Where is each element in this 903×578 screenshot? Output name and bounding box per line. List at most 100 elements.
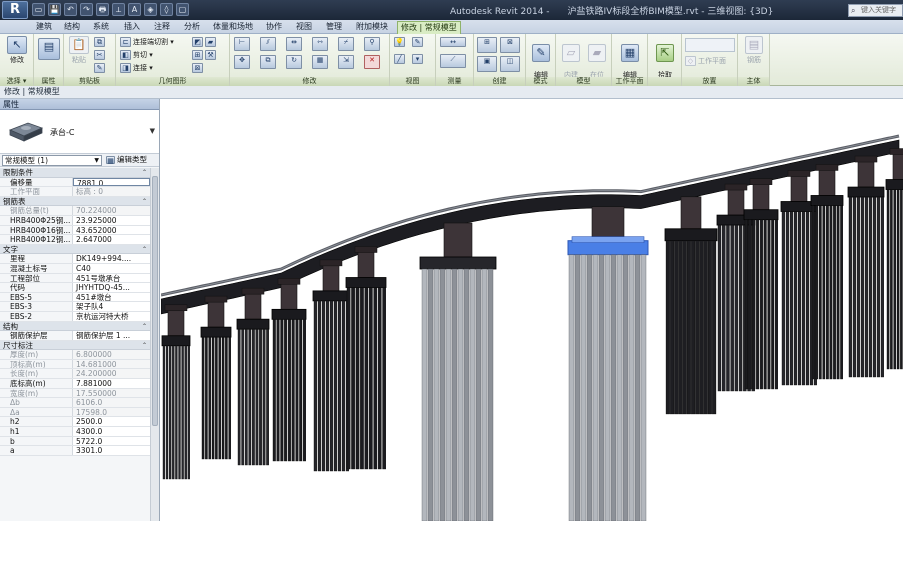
application-menu-button[interactable]: R (2, 1, 28, 19)
type-selector[interactable]: 承台-C ▼ (0, 110, 159, 154)
property-value-field[interactable]: 京杭运河特大桥 (73, 311, 150, 321)
copy-clipboard-button[interactable]: ⧉ (94, 37, 107, 47)
tab-insert[interactable]: 插入 (124, 21, 140, 34)
properties-scroll-thumb[interactable] (152, 176, 158, 426)
property-row[interactable]: b 5722.0 (0, 436, 150, 447)
property-row[interactable]: a 3301.0 (0, 446, 150, 456)
property-group-header[interactable]: 结构 ⌃ (0, 321, 150, 332)
redo-icon[interactable]: ↷ (80, 3, 93, 16)
property-row[interactable]: 工程部位 451号墩承台 (0, 273, 150, 284)
tab-addins[interactable]: 附加模块 (356, 21, 388, 34)
create-assembly-button[interactable]: ⊞ (477, 37, 499, 53)
hide-in-view-button[interactable]: 💡 (394, 37, 407, 47)
split-face-button[interactable]: ◩ ▰ (192, 37, 218, 47)
offset-button[interactable]: ⫽ (260, 37, 278, 51)
tab-modify-generic-model[interactable]: 修改 | 常规模型 (397, 21, 461, 34)
save-icon[interactable]: 💾 (48, 3, 61, 16)
property-value-field[interactable]: 4300.0 (73, 427, 150, 436)
modify-button[interactable]: ↖ 修改 (5, 36, 29, 65)
property-group-header[interactable]: 尺寸标注 ⌃ (0, 340, 150, 351)
tab-view[interactable]: 视图 (296, 21, 312, 34)
collapse-chevron-icon[interactable]: ⌃ (142, 197, 147, 206)
property-row[interactable]: 混凝土标号 C40 (0, 263, 150, 274)
text-icon[interactable]: A (128, 3, 141, 16)
property-row[interactable]: 偏移量 7881.0 (0, 177, 150, 188)
align-button[interactable]: ⊢ (234, 37, 252, 51)
tab-collaborate[interactable]: 协作 (266, 21, 282, 34)
select-panel-label[interactable]: 选择 ▾ (0, 77, 33, 86)
collapse-chevron-icon[interactable]: ⌃ (142, 245, 147, 254)
property-value-field[interactable]: 7881.0 (73, 177, 150, 187)
measure-distance-button[interactable]: ↔ (440, 37, 468, 47)
tab-structure[interactable]: 结构 (64, 21, 80, 34)
override-graphics-button[interactable]: ✎ (412, 37, 425, 47)
property-row[interactable]: 代码 JHYHTDQ-45... (0, 283, 150, 293)
cut-clipboard-button[interactable]: ✂ (94, 50, 107, 60)
property-group-header[interactable]: 钢筋表 ⌃ (0, 196, 150, 207)
view-options-button[interactable]: ▾ (412, 54, 425, 64)
property-row[interactable]: 钢筋保护层 钢筋保护层 1 ... (0, 331, 150, 341)
rebar-button[interactable]: ▤ 钢筋 (741, 36, 767, 65)
linework-button[interactable]: ╱ (394, 54, 407, 64)
tab-massing-site[interactable]: 体量和场地 (213, 21, 253, 34)
property-value-field[interactable]: C40 (73, 263, 150, 273)
section-icon[interactable]: ◊ (160, 3, 173, 16)
property-group-header[interactable]: 文字 ⌃ (0, 244, 150, 255)
copy-button[interactable]: ⧉ (260, 55, 278, 69)
search-input[interactable]: ⌕ 键入关键字 (848, 4, 903, 17)
mirror-axis-button[interactable]: ⇹ (286, 37, 304, 51)
create-parts-button[interactable]: ⊠ (500, 37, 522, 53)
property-row[interactable]: HRB400Φ12钢... 2.647000 (0, 235, 150, 245)
array-button[interactable]: ▦ (312, 55, 330, 69)
property-row[interactable]: HRB400Φ16钢... 43.652000 (0, 225, 150, 236)
property-row[interactable]: h2 2500.0 (0, 417, 150, 428)
place-on-work-plane-button[interactable]: ◇ 工作平面 (685, 56, 726, 66)
property-value-field[interactable]: 钢筋保护层 1 ... (73, 331, 150, 340)
property-row[interactable]: 里程 DK149+994.... (0, 254, 150, 264)
3d-view-icon[interactable]: ◈ (144, 3, 157, 16)
wall-joins-button[interactable]: ⊞ ⚒ (192, 50, 218, 60)
property-value-field[interactable]: 2500.0 (73, 417, 150, 427)
property-value-field[interactable]: 2.647000 (73, 235, 150, 244)
tab-systems[interactable]: 系统 (93, 21, 109, 34)
join-geometry-button[interactable]: ◨ 连接 ▾ (120, 63, 153, 73)
property-row[interactable]: h1 4300.0 (0, 427, 150, 437)
scale-button[interactable]: ⇲ (338, 55, 356, 69)
properties-scrollbar[interactable] (150, 168, 159, 521)
collapse-chevron-icon[interactable]: ⌃ (142, 341, 147, 350)
bridge-3d-model[interactable] (161, 99, 903, 521)
place-vertical-face-button[interactable] (685, 38, 735, 52)
edit-type-button[interactable]: ▦ 编辑类型 (106, 155, 156, 166)
property-value-field[interactable]: 7.881000 (73, 379, 150, 388)
property-value-field[interactable]: 43.652000 (73, 225, 150, 235)
create-similar-button[interactable]: ◫ (500, 56, 522, 72)
beam-join-button[interactable]: ⊠ (192, 63, 205, 73)
print-icon[interactable]: 🖶 (96, 3, 109, 16)
property-value-field[interactable]: 451号墩承台 (73, 273, 150, 283)
property-value-field[interactable]: 架子队4 (73, 302, 150, 311)
type-dropdown-arrow-icon[interactable]: ▼ (150, 127, 155, 135)
property-row[interactable]: EBS-5 451#墩台 (0, 292, 150, 303)
property-row[interactable]: EBS-3 架子队4 (0, 302, 150, 312)
tab-architecture[interactable]: 建筑 (36, 21, 52, 34)
property-value-field[interactable]: 23.925000 (73, 215, 150, 225)
instance-filter-select[interactable]: 常规模型 (1) ▼ (2, 155, 102, 166)
aligned-dimension-button[interactable]: ⟋ (440, 54, 468, 68)
split-button[interactable]: ⌿ (338, 37, 356, 51)
open-icon[interactable]: ▭ (32, 3, 45, 16)
property-row[interactable]: EBS-2 京杭运河特大桥 (0, 311, 150, 322)
pin-button[interactable]: ⚲ (364, 37, 382, 51)
mirror-draw-button[interactable]: ⇿ (312, 37, 330, 51)
property-row[interactable]: 底标高(m) 7.881000 (0, 379, 150, 389)
property-value-field[interactable]: 451#墩台 (73, 292, 150, 302)
tab-manage[interactable]: 管理 (326, 21, 342, 34)
property-value-field[interactable]: 3301.0 (73, 446, 150, 455)
match-properties-button[interactable]: ✎ (94, 63, 107, 73)
undo-icon[interactable]: ↶ (64, 3, 77, 16)
property-value-field[interactable]: JHYHTDQ-45... (73, 283, 150, 292)
paste-button[interactable]: 📋 粘贴 (68, 36, 90, 65)
rotate-button[interactable]: ↻ (286, 55, 304, 69)
create-group-button[interactable]: ▣ (477, 56, 499, 72)
property-value-field[interactable]: DK149+994.... (73, 254, 150, 263)
join-cut-button[interactable]: ⊏ 连接端切割 ▾ (120, 37, 174, 47)
